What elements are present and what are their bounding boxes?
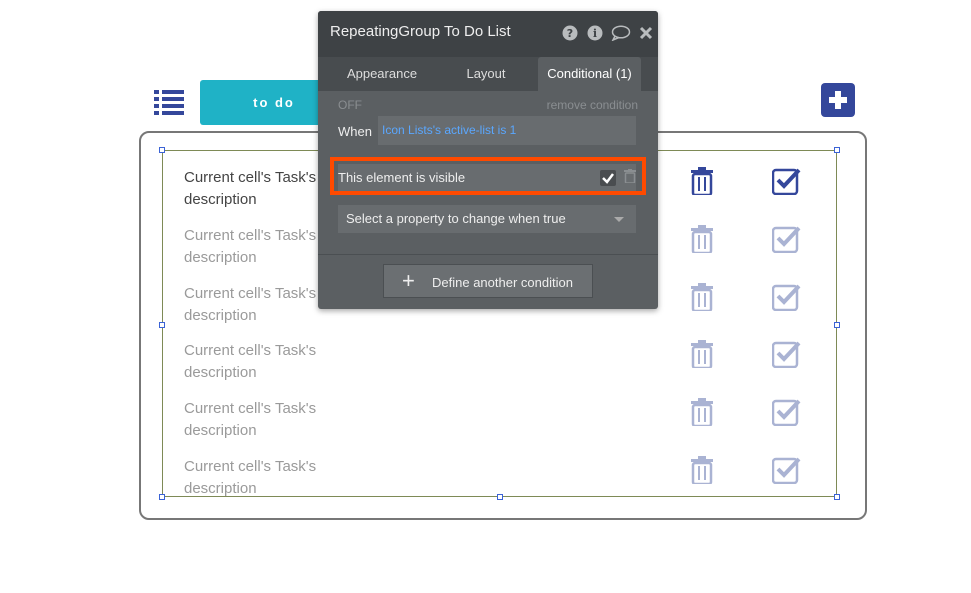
checkbox-icon[interactable] bbox=[772, 398, 802, 426]
svg-text:?: ? bbox=[567, 27, 573, 40]
list-item[interactable]: Current cell's Task's description bbox=[184, 456, 824, 500]
remove-condition-link[interactable]: remove condition bbox=[547, 98, 638, 112]
panel-title: RepeatingGroup To Do List bbox=[330, 23, 511, 40]
resize-handle-br[interactable] bbox=[834, 494, 840, 500]
plus-icon: + bbox=[402, 268, 415, 293]
task-description: Current cell's Task's description bbox=[184, 285, 317, 324]
divider bbox=[318, 254, 658, 255]
property-editor-panel[interactable]: RepeatingGroup To Do List ? i Appearance… bbox=[318, 11, 658, 309]
define-condition-button[interactable]: + Define another condition bbox=[383, 264, 593, 298]
when-expression-field[interactable]: Icon Lists's active-list is 1 bbox=[378, 116, 636, 145]
list-item[interactable]: Current cell's Task's description bbox=[184, 340, 824, 384]
trash-icon[interactable] bbox=[690, 225, 714, 253]
resize-handle-tl[interactable] bbox=[159, 147, 165, 153]
resize-handle-tr[interactable] bbox=[834, 147, 840, 153]
highlight-box bbox=[330, 157, 646, 195]
tab-conditional[interactable]: Conditional (1) bbox=[538, 57, 641, 91]
close-icon[interactable] bbox=[638, 25, 654, 41]
task-description: Current cell's Task's description bbox=[184, 458, 317, 497]
task-description: Current cell's Task's description bbox=[184, 342, 317, 381]
panel-tabs: Appearance Layout Conditional (1) bbox=[318, 57, 658, 91]
checkbox-icon[interactable] bbox=[772, 456, 802, 484]
trash-icon[interactable] bbox=[690, 167, 714, 195]
task-description: Current cell's Task's description bbox=[184, 227, 317, 266]
help-icon[interactable]: ? bbox=[562, 25, 578, 41]
define-condition-label: Define another condition bbox=[432, 275, 573, 290]
trash-icon[interactable] bbox=[690, 340, 714, 368]
resize-handle-bl[interactable] bbox=[159, 494, 165, 500]
checkbox-icon[interactable] bbox=[772, 283, 802, 311]
task-description: Current cell's Task's description bbox=[184, 169, 317, 208]
checkbox-icon[interactable] bbox=[772, 225, 802, 253]
trash-icon[interactable] bbox=[690, 398, 714, 426]
chevron-down-icon bbox=[614, 217, 624, 222]
tab-layout[interactable]: Layout bbox=[446, 57, 526, 91]
condition-off-toggle[interactable]: OFF bbox=[338, 98, 362, 112]
list-item[interactable]: Current cell's Task's description bbox=[184, 398, 824, 442]
tab-appearance[interactable]: Appearance bbox=[328, 57, 436, 91]
resize-handle-ml[interactable] bbox=[159, 322, 165, 328]
comment-icon[interactable] bbox=[611, 25, 631, 41]
checkbox-icon[interactable] bbox=[772, 340, 802, 368]
checkbox-icon[interactable] bbox=[772, 167, 802, 195]
trash-icon[interactable] bbox=[690, 456, 714, 484]
trash-icon[interactable] bbox=[690, 283, 714, 311]
svg-text:i: i bbox=[593, 27, 597, 40]
task-description: Current cell's Task's description bbox=[184, 400, 317, 439]
property-dropdown[interactable]: Select a property to change when true bbox=[338, 205, 636, 233]
property-dropdown-label: Select a property to change when true bbox=[346, 211, 566, 226]
list-icon[interactable] bbox=[154, 90, 184, 116]
add-task-button[interactable] bbox=[821, 83, 855, 117]
when-label: When bbox=[338, 124, 372, 139]
panel-header[interactable]: RepeatingGroup To Do List ? i bbox=[318, 11, 658, 57]
info-icon[interactable]: i bbox=[587, 25, 603, 41]
resize-handle-mr[interactable] bbox=[834, 322, 840, 328]
